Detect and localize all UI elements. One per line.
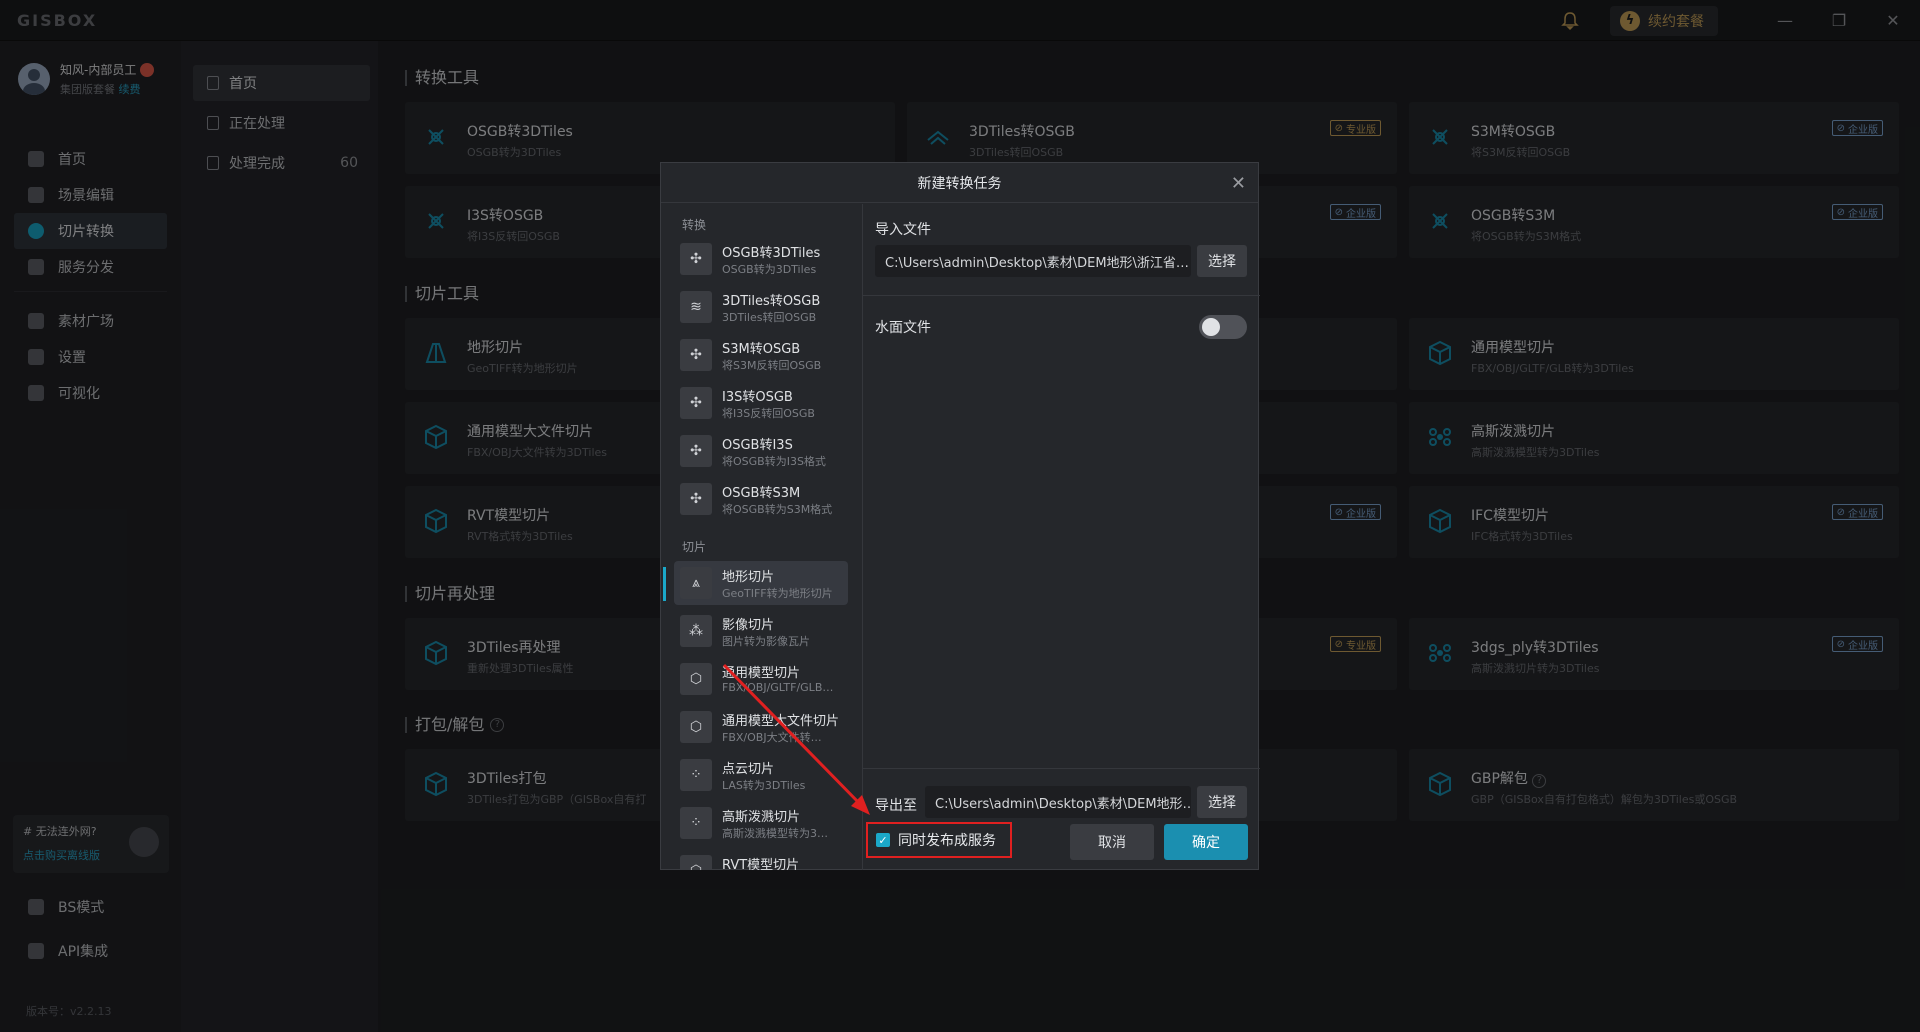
- water-toggle[interactable]: [1199, 315, 1247, 339]
- task-subtitle: 将OSGB转为I3S格式: [722, 455, 826, 468]
- export-path-field[interactable]: C:\Users\admin\Desktop\素材\DEM地形…: [925, 786, 1191, 818]
- task-title: 高斯泼溅切片: [722, 810, 801, 825]
- task-title: OSGB转3DTiles: [722, 246, 821, 261]
- task-subtitle: GeoTIFF转为地形切片: [722, 587, 833, 600]
- import-path-field[interactable]: C:\Users\admin\Desktop\素材\DEM地形\浙江省…: [875, 245, 1191, 277]
- task-subtitle: FBX/OBJ大文件转…: [722, 731, 822, 744]
- task-subtitle: FBX/OBJ/GLTF/GLB…: [722, 681, 834, 694]
- terrain-icon: ⩓: [680, 567, 712, 599]
- import-select-button[interactable]: 选择: [1197, 245, 1247, 277]
- group-label-convert: 转换: [682, 218, 707, 232]
- close-icon[interactable]: ✕: [1231, 173, 1246, 194]
- task-item[interactable]: ⬡ 通用模型切片 FBX/OBJ/GLTF/GLB…: [674, 657, 848, 701]
- task-item[interactable]: ✣ OSGB转S3M 将OSGB转为S3M格式: [674, 477, 848, 521]
- water-label: 水面文件: [875, 320, 931, 336]
- task-item[interactable]: ✣ OSGB转3DTiles OSGB转为3DTiles: [674, 237, 848, 281]
- task-title: OSGB转I3S: [722, 438, 793, 453]
- publish-label: 同时发布成服务: [898, 833, 996, 849]
- task-title: 影像切片: [722, 618, 775, 633]
- task-settings-panel: 导入文件 C:\Users\admin\Desktop\素材\DEM地形\浙江省…: [862, 204, 1260, 870]
- confirm-button[interactable]: 确定: [1164, 824, 1248, 860]
- image-tile-icon: ⁂: [680, 615, 712, 647]
- dialog-header: 新建转换任务 ✕: [661, 163, 1258, 203]
- task-subtitle: 图片转为影像瓦片: [722, 635, 810, 648]
- task-subtitle: 3DTiles转回OSGB: [722, 311, 817, 324]
- task-item[interactable]: ⁂ 影像切片图片转为影像瓦片: [674, 609, 848, 653]
- task-subtitle: 将S3M反转回OSGB: [722, 359, 822, 372]
- task-item[interactable]: ⬡ 通用模型大文件切片 FBX/OBJ大文件转…: [674, 705, 848, 749]
- task-title: RVT模型切片: [722, 858, 800, 870]
- export-select-button[interactable]: 选择: [1197, 786, 1247, 818]
- task-subtitle: 高斯泼溅模型转为3…: [722, 827, 828, 840]
- convert-tool-icon: ✣: [680, 387, 712, 419]
- cube-icon: ⬡: [680, 663, 712, 695]
- publish-service-checkbox[interactable]: ✓ 同时发布成服务: [866, 822, 1012, 858]
- convert-tool-icon: ✣: [680, 339, 712, 371]
- layers-icon: ≋: [680, 291, 712, 323]
- task-title: OSGB转S3M: [722, 486, 801, 501]
- task-item[interactable]: ≋ 3DTiles转OSGB 3DTiles转回OSGB: [674, 285, 848, 329]
- cancel-button[interactable]: 取消: [1070, 824, 1154, 860]
- task-item[interactable]: ✣ S3M转OSGB 将S3M反转回OSGB: [674, 333, 848, 377]
- group-label-slice: 切片: [682, 540, 707, 554]
- task-title: 地形切片: [722, 570, 775, 585]
- task-title: 点云切片: [722, 762, 775, 777]
- convert-tool-icon: ✣: [680, 483, 712, 515]
- task-item[interactable]: ⬡ RVT模型切片: [674, 849, 848, 870]
- task-item[interactable]: ✣ I3S转OSGB 将I3S反转回OSGB: [674, 381, 848, 425]
- divider: [863, 768, 1260, 769]
- import-label: 导入文件: [875, 222, 931, 238]
- export-label: 导出至: [875, 798, 917, 814]
- task-title: 3DTiles转OSGB: [722, 294, 821, 309]
- task-subtitle: 将I3S反转回OSGB: [722, 407, 815, 420]
- task-item-selected[interactable]: ⩓ 地形切片 GeoTIFF转为地形切片: [674, 561, 848, 605]
- selection-indicator: [663, 567, 666, 601]
- divider: [863, 295, 1260, 296]
- point-cloud-icon: ⁘: [680, 759, 712, 791]
- task-item[interactable]: ⁘ 点云切片 LAS转为3DTiles: [674, 753, 848, 797]
- dialog-title: 新建转换任务: [917, 175, 1002, 192]
- task-item[interactable]: ⁘ 高斯泼溅切片高斯泼溅模型转为3…: [674, 801, 848, 845]
- checkbox-checked-icon[interactable]: ✓: [876, 833, 890, 847]
- cube-icon: ⬡: [680, 711, 712, 743]
- task-item[interactable]: ✣ OSGB转I3S 将OSGB转为I3S格式: [674, 429, 848, 473]
- convert-tool-icon: ✣: [680, 435, 712, 467]
- task-title: I3S转OSGB: [722, 390, 793, 405]
- cube-icon: ⬡: [680, 855, 712, 870]
- convert-tool-icon: ✣: [680, 243, 712, 275]
- task-subtitle: 将OSGB转为S3M格式: [722, 503, 833, 516]
- gaussian-icon: ⁘: [680, 807, 712, 839]
- task-title: 通用模型切片: [722, 666, 801, 681]
- task-subtitle: OSGB转为3DTiles: [722, 263, 817, 276]
- task-title: S3M转OSGB: [722, 342, 801, 357]
- new-task-dialog: 新建转换任务 ✕ 转换 ✣ OSGB转3DTiles OSGB转为3DTiles ≋…: [660, 162, 1260, 870]
- task-subtitle: LAS转为3DTiles: [722, 779, 806, 792]
- task-type-list: 转换 ✣ OSGB转3DTiles OSGB转为3DTiles ≋ 3DTiles转O…: [661, 204, 861, 870]
- task-title: 通用模型大文件切片: [722, 714, 840, 729]
